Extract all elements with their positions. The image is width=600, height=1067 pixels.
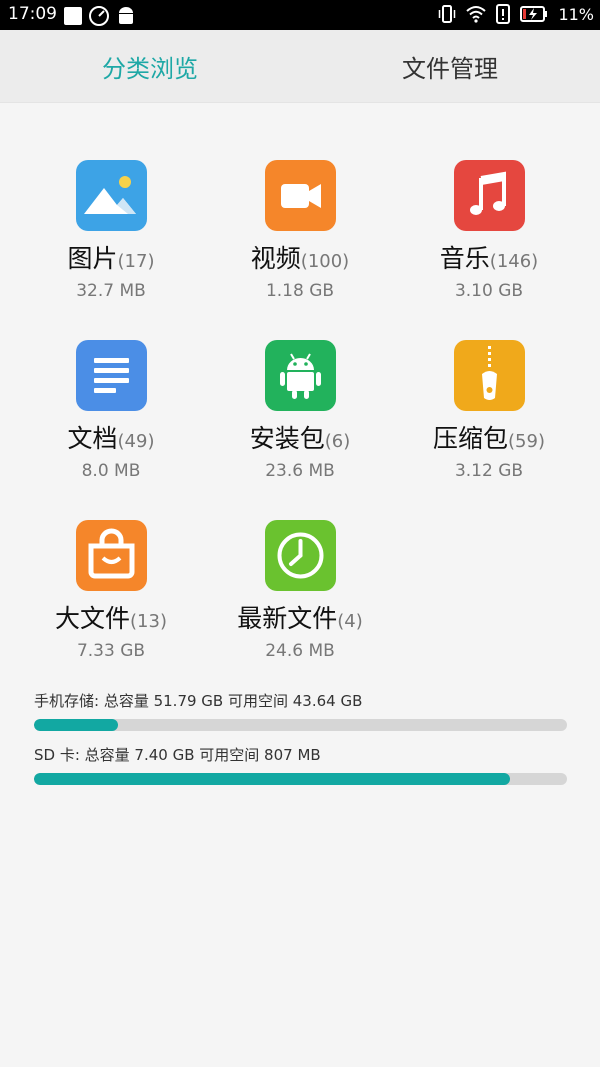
music-icon xyxy=(453,160,525,231)
phone-storage-bar-fill xyxy=(34,719,118,731)
category-size: 3.10 GB xyxy=(454,281,524,301)
category-size: 8.0 MB xyxy=(81,461,141,481)
sd-storage: SD 卡: 总容量 7.40 GB 可用空间 807 MB xyxy=(34,744,567,785)
category-label: 大文件(13) xyxy=(55,604,167,633)
category-packages[interactable]: 安装包(6) 23.6 MB xyxy=(200,340,400,481)
category-size: 23.6 MB xyxy=(265,461,335,481)
category-label: 视频(100) xyxy=(250,244,350,273)
category-label: 文档(49) xyxy=(67,424,155,453)
category-label: 压缩包(59) xyxy=(433,424,545,453)
video-icon xyxy=(264,160,336,231)
image-icon xyxy=(75,160,147,231)
category-label: 音乐(146) xyxy=(439,244,539,273)
category-images[interactable]: 图片(17) 32.7 MB xyxy=(11,160,211,301)
android-icon xyxy=(119,7,133,24)
notification-square-icon xyxy=(64,7,82,25)
category-size: 32.7 MB xyxy=(76,281,146,301)
category-size: 1.18 GB xyxy=(265,281,335,301)
shopping-bag-icon xyxy=(75,520,147,591)
category-music[interactable]: 音乐(146) 3.10 GB xyxy=(389,160,589,301)
battery-percent: 11% xyxy=(558,4,594,24)
category-label: 图片(17) xyxy=(67,244,155,273)
status-left-icons xyxy=(64,5,136,27)
category-videos[interactable]: 视频(100) 1.18 GB xyxy=(200,160,400,301)
clock-icon xyxy=(264,520,336,591)
zip-icon xyxy=(453,340,525,411)
category-size: 24.6 MB xyxy=(265,641,335,661)
vibrate-icon xyxy=(439,5,456,23)
speedometer-icon xyxy=(89,6,109,26)
status-time: 17:09 xyxy=(8,4,57,24)
category-archives[interactable]: 压缩包(59) 3.12 GB xyxy=(389,340,589,481)
phone-storage-label: 手机存储: 总容量 51.79 GB 可用空间 43.64 GB xyxy=(34,692,363,710)
phone-storage: 手机存储: 总容量 51.79 GB 可用空间 43.64 GB xyxy=(34,690,567,731)
tab-bar: 分类浏览 文件管理 xyxy=(0,30,600,103)
sd-storage-bar xyxy=(34,773,567,785)
sd-storage-label: SD 卡: 总容量 7.40 GB 可用空间 807 MB xyxy=(34,746,321,764)
category-size: 3.12 GB xyxy=(454,461,524,481)
category-documents[interactable]: 文档(49) 8.0 MB xyxy=(11,340,211,481)
category-label: 最新文件(4) xyxy=(237,604,363,633)
tab-category-browse[interactable]: 分类浏览 xyxy=(0,30,300,103)
wifi-icon xyxy=(466,6,487,23)
sd-storage-bar-fill xyxy=(34,773,510,785)
status-bar: 17:09 11% xyxy=(0,0,600,30)
category-large-files[interactable]: 大文件(13) 7.33 GB xyxy=(11,520,211,661)
category-label: 安装包(6) xyxy=(249,424,351,453)
document-icon xyxy=(75,340,147,411)
category-recent-files[interactable]: 最新文件(4) 24.6 MB xyxy=(200,520,400,661)
battery-charging-icon xyxy=(520,6,548,22)
phone-storage-bar xyxy=(34,719,567,731)
status-right: 11% xyxy=(438,4,594,24)
android-package-icon xyxy=(264,340,336,411)
tab-file-manage[interactable]: 文件管理 xyxy=(300,30,600,103)
alert-icon xyxy=(496,4,511,24)
category-size: 7.33 GB xyxy=(76,641,146,661)
